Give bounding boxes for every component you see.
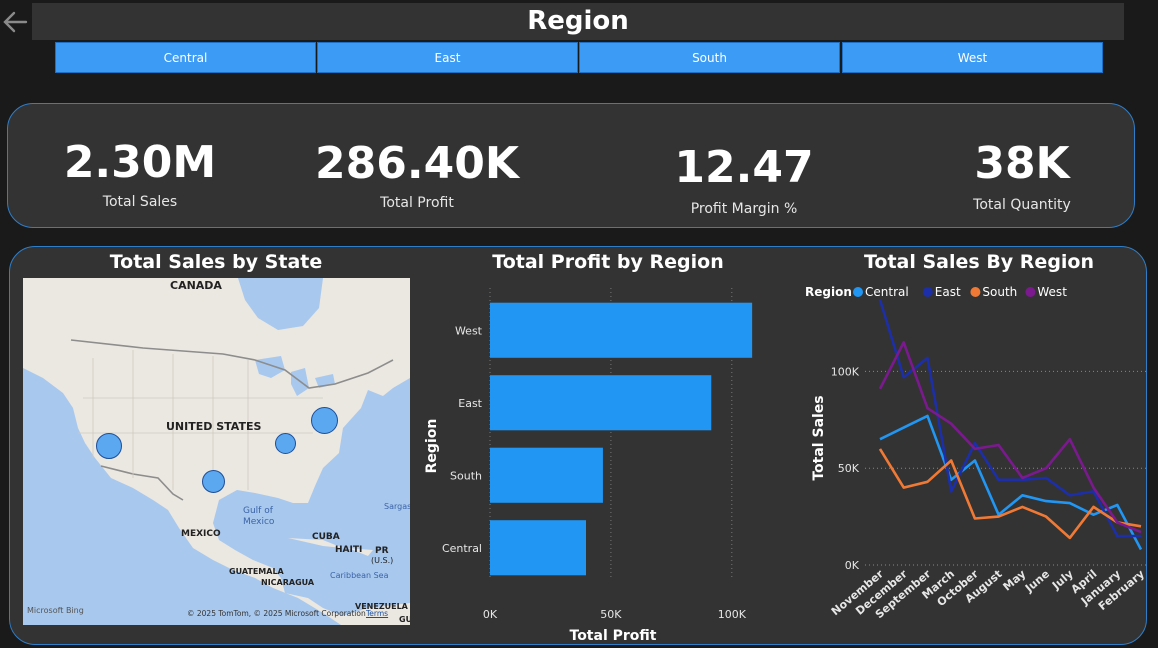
map-label-sargas: Sargas: [384, 502, 410, 511]
bar-x-tick-label: 0K: [483, 608, 498, 621]
map-label-nicaragua: NICARAGUA: [261, 578, 315, 587]
map-label-pr: PR: [375, 546, 389, 556]
bar-x-axis-title: Total Profit: [570, 628, 657, 644]
line-y-tick-label: 0K: [845, 559, 860, 572]
map-label-guatemala: GUATEMALA: [229, 567, 284, 576]
page-title: Region: [527, 6, 629, 36]
legend-item: West: [1037, 285, 1067, 299]
line-chart[interactable]: 0K50K100KNovemberDecemberSeptemberMarchO…: [795, 278, 1151, 630]
map-label-haiti: HAITI: [335, 545, 363, 555]
bar-chart[interactable]: 0K 50K 100K West East South Central Total Profi…: [410, 278, 790, 644]
map-label-gulf-2: Mexico: [243, 517, 275, 527]
bar-category-label: East: [458, 397, 482, 410]
kpi-total-sales-label: Total Sales: [102, 194, 178, 210]
slicer-button-south[interactable]: South: [579, 42, 840, 73]
map-bubble-new-york[interactable]: [311, 407, 338, 434]
bar-category-label: Central: [442, 542, 482, 555]
kpi-profit-margin-value: 12.47: [674, 142, 814, 193]
legend-title: Region: [805, 285, 852, 299]
bar-category-label: West: [455, 324, 483, 337]
slicer-button-central[interactable]: Central: [55, 42, 316, 73]
map-label-united-states: UNITED STATES: [166, 420, 262, 433]
bar[interactable]: [490, 447, 603, 503]
legend-marker: [853, 287, 863, 297]
legend-marker: [922, 287, 933, 297]
bar-category-label: South: [450, 469, 482, 482]
kpi-total-profit-label: Total Profit: [380, 195, 454, 211]
map-label-pr-us: (U.S.): [371, 556, 394, 565]
map-bubble-california[interactable]: [96, 433, 122, 459]
slicer-button-west[interactable]: West: [842, 42, 1103, 73]
back-arrow-icon[interactable]: [0, 4, 30, 40]
bar-x-tick-label: 50K: [600, 608, 622, 621]
bing-logo: Microsoft Bing: [27, 606, 84, 615]
line-y-axis-title: Total Sales: [811, 395, 827, 480]
line-y-tick-label: 100K: [831, 365, 860, 378]
map-label-cuba: CUBA: [312, 532, 340, 542]
legend-item: Central: [865, 285, 909, 299]
map-label-gu: GU: [399, 615, 410, 624]
map-terms-link[interactable]: Terms: [366, 609, 388, 618]
bar-x-tick-label: 100K: [718, 608, 747, 621]
kpi-total-sales-value: 2.30M: [63, 137, 217, 188]
kpi-total-quantity-label: Total Quantity: [973, 197, 1071, 213]
bar[interactable]: [490, 375, 712, 431]
legend-item: East: [935, 285, 961, 299]
slicer-button-east[interactable]: East: [317, 42, 578, 73]
line-x-tick-label: June: [1022, 567, 1052, 595]
line-y-tick-label: 50K: [838, 462, 860, 475]
map-label-caribbean: Caribbean Sea: [330, 571, 389, 580]
map-bubble-ohio[interactable]: [275, 433, 296, 454]
legend-marker: [1025, 287, 1036, 297]
kpi-total-quantity-value: 38K: [974, 138, 1070, 189]
line-chart-title: Total Sales By Region: [863, 251, 1095, 273]
map-copyright: © 2025 TomTom, © 2025 Microsoft Corporat…: [187, 609, 366, 618]
bar-chart-title: Total Profit by Region: [492, 251, 724, 273]
kpi-total-profit-value: 286.40K: [315, 138, 519, 189]
map-label-canada: CANADA: [170, 279, 222, 292]
map-title: Total Sales by State: [109, 251, 323, 273]
legend-item: South: [982, 285, 1017, 299]
bar-y-axis-title: Region: [424, 419, 440, 474]
map-label-gulf-1: Gulf of: [243, 506, 273, 516]
bar[interactable]: [490, 302, 753, 358]
map-label-mexico: MEXICO: [181, 529, 221, 539]
line-x-tick-label: May: [1001, 567, 1029, 593]
bar[interactable]: [490, 520, 587, 576]
map-visual[interactable]: CANADA UNITED STATES MEXICO Gulf of Mexi…: [23, 278, 410, 625]
kpi-profit-margin-label: Profit Margin %: [690, 201, 798, 217]
legend-marker: [970, 287, 981, 297]
map-bubble-texas[interactable]: [202, 470, 225, 493]
